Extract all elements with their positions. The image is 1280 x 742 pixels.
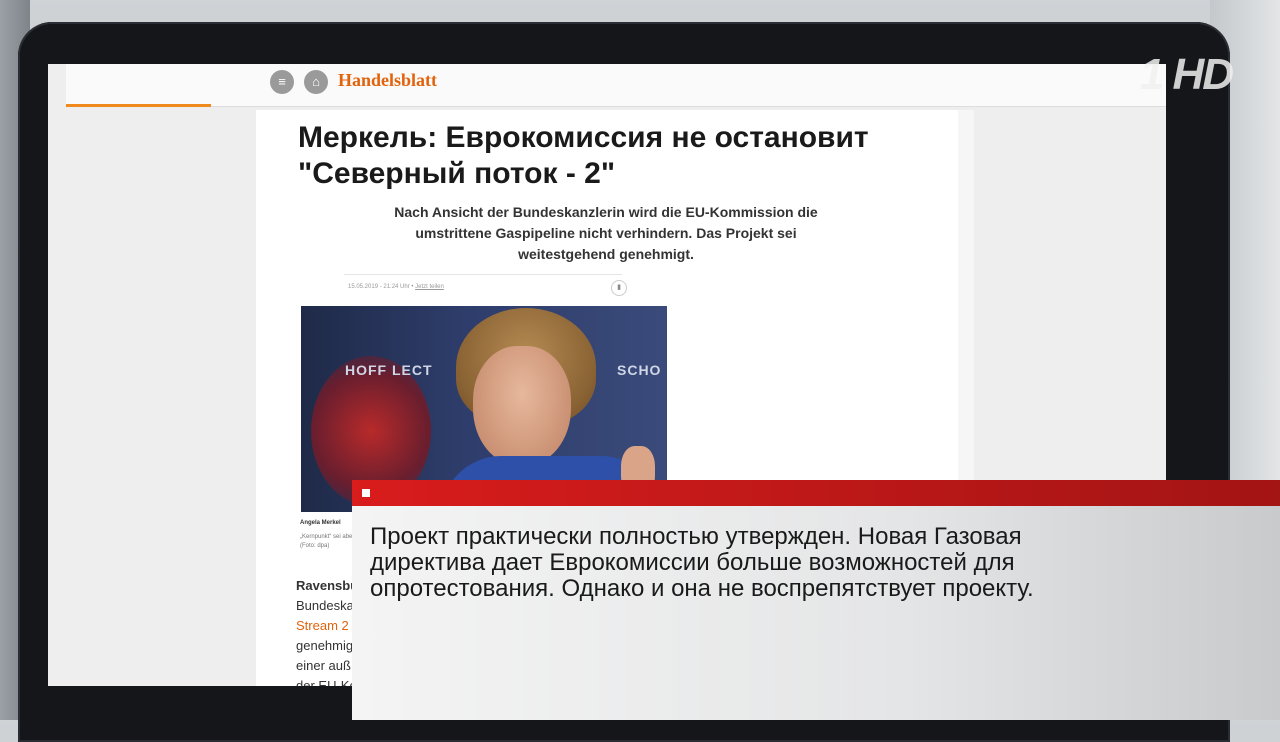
lower-third-panel: Проект практически полностью утвержден. … [352,506,1280,720]
home-icon[interactable]: ⌂ [304,70,328,94]
channel-logo: 1 HD [1139,50,1234,99]
article-date: 15.05.2019 - 21:24 Uhr • [348,284,414,290]
meta-divider [344,274,622,275]
site-logo[interactable]: Handelsblatt [338,70,437,91]
photo-person-face [473,346,571,466]
header-accent [66,104,211,107]
article-meta: 15.05.2019 - 21:24 Uhr • Jetzt teilen [348,284,444,290]
lower-third-square-icon [362,489,370,497]
photo-caption-name: Angela Merkel [300,520,341,526]
bookmark-icon[interactable]: ▮ [611,280,627,296]
article-title: Меркель: Еврокомиссия не остановит "Севе… [298,121,869,190]
article-lead: Nach Ansicht der Bundeskanzlerin wird di… [394,204,818,262]
share-link[interactable]: Jetzt teilen [415,284,444,290]
lower-third-text: Проект практически полностью утвержден. … [370,523,1034,602]
site-header: ≡ ⌂ Handelsblatt [66,64,1166,107]
lower-third-red-bar [352,480,1280,506]
photo-banner-right: SCHO [617,362,662,378]
news-lower-third: Проект практически полностью утвержден. … [352,480,1280,720]
menu-icon[interactable]: ≡ [270,70,294,94]
article-right-column [958,110,974,480]
photo-banner-left: HOFF LECT [345,362,433,378]
